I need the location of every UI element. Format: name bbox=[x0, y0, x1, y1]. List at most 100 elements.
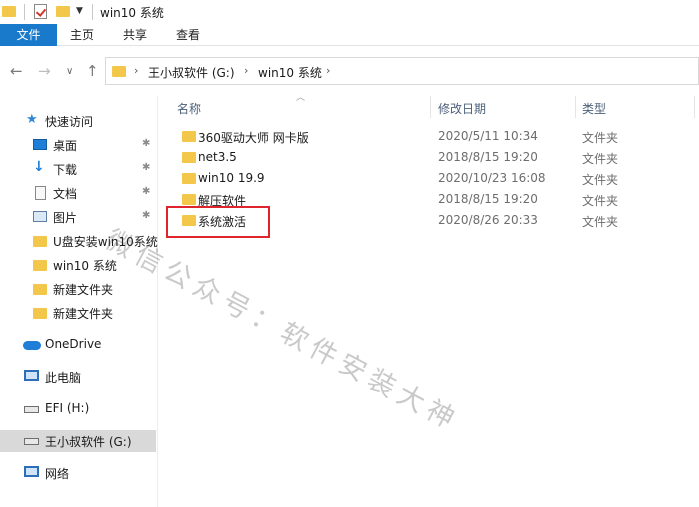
back-arrow-icon[interactable]: ← bbox=[10, 62, 23, 80]
picture-icon bbox=[33, 211, 47, 222]
network-icon bbox=[24, 466, 39, 477]
column-header-name[interactable]: 名称 bbox=[177, 100, 201, 117]
up-arrow-icon[interactable]: ↑ bbox=[86, 62, 99, 80]
sidebar-item-quick-access[interactable]: ★ 快速访问 bbox=[0, 110, 156, 132]
table-row[interactable]: net3.5 2018/8/15 19:20 文件夹 bbox=[158, 147, 699, 168]
sidebar-item-label: 下载 bbox=[53, 163, 78, 177]
sidebar-item-label: EFI (H:) bbox=[45, 401, 90, 415]
folder-icon bbox=[33, 260, 47, 271]
folder-icon bbox=[33, 284, 47, 295]
file-date: 2018/8/15 19:20 bbox=[438, 150, 538, 164]
sidebar-item-documents[interactable]: 文档 ✱ bbox=[0, 182, 156, 204]
column-header-date[interactable]: 修改日期 bbox=[438, 100, 486, 117]
chevron-right-icon[interactable]: › bbox=[326, 64, 330, 77]
navigation-bar: ← → ∨ ↑ › 王小叔软件 (G:) › win10 系统 › bbox=[0, 46, 699, 96]
sidebar-item-network[interactable]: 网络 bbox=[0, 462, 156, 484]
sidebar-item-label: 快速访问 bbox=[45, 115, 94, 129]
sidebar-item-label: 图片 bbox=[53, 211, 78, 225]
pin-icon[interactable]: ✱ bbox=[142, 186, 150, 197]
toolbar-divider bbox=[92, 4, 93, 20]
sidebar-item-new-folder-2[interactable]: 新建文件夹 bbox=[0, 302, 156, 324]
sidebar-item-desktop[interactable]: 桌面 ✱ bbox=[0, 134, 156, 156]
title-bar: ▼ win10 系统 bbox=[0, 0, 699, 24]
file-date: 2020/5/11 10:34 bbox=[438, 129, 538, 143]
desktop-icon bbox=[33, 139, 47, 150]
ribbon-tabs: 文件 主页 共享 查看 bbox=[0, 24, 699, 46]
file-type: 文件夹 bbox=[582, 215, 619, 229]
file-list: ︿ 名称 修改日期 类型 360驱动大师 网卡版 2020/5/11 10:34… bbox=[158, 93, 699, 507]
folder-icon bbox=[182, 173, 196, 184]
drive-icon bbox=[24, 438, 39, 445]
cloud-icon bbox=[23, 341, 41, 350]
sidebar-item-label: 王小叔软件 (G:) bbox=[45, 435, 132, 449]
file-type: 文件夹 bbox=[582, 173, 619, 187]
sidebar-item-label: 网络 bbox=[45, 467, 70, 481]
download-icon: ↓ bbox=[33, 159, 45, 175]
file-type: 文件夹 bbox=[582, 152, 619, 166]
tab-home[interactable]: 主页 bbox=[57, 24, 107, 46]
breadcrumb-drive[interactable]: 王小叔软件 (G:) bbox=[148, 64, 235, 81]
file-type: 文件夹 bbox=[582, 131, 619, 145]
pin-icon[interactable]: ✱ bbox=[142, 138, 150, 149]
navigation-pane: ★ 快速访问 桌面 ✱ ↓ 下载 ✱ 文档 ✱ 图片 ✱ U盘安装win10系统… bbox=[0, 96, 158, 507]
sidebar-item-label: 桌面 bbox=[53, 139, 78, 153]
folder-icon bbox=[182, 194, 196, 205]
sidebar-item-label: 新建文件夹 bbox=[53, 283, 114, 297]
sidebar-item-usb-install[interactable]: U盘安装win10系统 bbox=[0, 230, 158, 252]
sidebar-item-label: OneDrive bbox=[45, 337, 102, 351]
pin-icon[interactable]: ✱ bbox=[142, 162, 150, 173]
column-divider[interactable] bbox=[430, 96, 431, 118]
breadcrumb-folder[interactable]: win10 系统 bbox=[258, 64, 322, 81]
window-title: win10 系统 bbox=[100, 6, 164, 20]
star-icon: ★ bbox=[26, 112, 38, 127]
tab-share[interactable]: 共享 bbox=[110, 24, 160, 46]
toolbar-divider bbox=[24, 4, 25, 20]
document-icon bbox=[35, 186, 46, 200]
sidebar-item-efi-drive[interactable]: EFI (H:) bbox=[0, 398, 156, 420]
sort-ascending-icon: ︿ bbox=[296, 93, 306, 103]
folder-icon bbox=[182, 131, 196, 142]
sidebar-item-g-drive[interactable]: 王小叔软件 (G:) bbox=[0, 430, 156, 452]
sidebar-item-label: 此电脑 bbox=[45, 371, 82, 385]
folder-icon bbox=[33, 308, 47, 319]
forward-arrow-icon[interactable]: → bbox=[38, 62, 51, 80]
table-row[interactable]: 360驱动大师 网卡版 2020/5/11 10:34 文件夹 bbox=[158, 126, 699, 147]
address-bar[interactable]: › 王小叔软件 (G:) › win10 系统 › bbox=[105, 57, 699, 85]
computer-icon bbox=[24, 370, 39, 381]
folder-icon bbox=[33, 236, 47, 247]
file-date: 2020/10/23 16:08 bbox=[438, 171, 546, 185]
properties-icon[interactable] bbox=[34, 4, 47, 19]
folder-icon[interactable] bbox=[2, 6, 16, 17]
sidebar-item-win10[interactable]: win10 系统 bbox=[0, 254, 156, 276]
sidebar-item-label: 文档 bbox=[53, 187, 78, 201]
column-divider[interactable] bbox=[575, 96, 576, 118]
tab-file[interactable]: 文件 bbox=[0, 24, 57, 46]
sidebar-item-label: win10 系统 bbox=[53, 259, 117, 273]
sidebar-item-downloads[interactable]: ↓ 下载 ✱ bbox=[0, 158, 156, 180]
file-date: 2020/8/26 20:33 bbox=[438, 213, 538, 227]
column-divider[interactable] bbox=[694, 96, 695, 118]
sidebar-item-pictures[interactable]: 图片 ✱ bbox=[0, 206, 156, 228]
chevron-down-icon[interactable]: ∨ bbox=[66, 66, 73, 77]
chevron-right-icon[interactable]: › bbox=[244, 64, 248, 77]
sidebar-item-onedrive[interactable]: OneDrive bbox=[0, 334, 156, 356]
chevron-down-icon[interactable]: ▼ bbox=[76, 6, 83, 16]
folder-icon bbox=[182, 152, 196, 163]
drive-icon bbox=[24, 406, 39, 413]
file-type: 文件夹 bbox=[582, 194, 619, 208]
highlight-annotation bbox=[166, 206, 270, 238]
file-name: win10 19.9 bbox=[198, 171, 265, 185]
file-date: 2018/8/15 19:20 bbox=[438, 192, 538, 206]
column-header-type[interactable]: 类型 bbox=[582, 100, 606, 117]
folder-icon bbox=[112, 66, 126, 77]
sidebar-item-label: U盘安装win10系统 bbox=[53, 235, 158, 249]
chevron-right-icon[interactable]: › bbox=[134, 64, 138, 77]
file-name: net3.5 bbox=[198, 150, 237, 164]
sidebar-item-new-folder[interactable]: 新建文件夹 bbox=[0, 278, 156, 300]
pin-icon[interactable]: ✱ bbox=[142, 210, 150, 221]
sidebar-item-label: 新建文件夹 bbox=[53, 307, 114, 321]
new-folder-icon[interactable] bbox=[56, 6, 70, 17]
tab-view[interactable]: 查看 bbox=[163, 24, 213, 46]
table-row[interactable]: win10 19.9 2020/10/23 16:08 文件夹 bbox=[158, 168, 699, 189]
sidebar-item-this-pc[interactable]: 此电脑 bbox=[0, 366, 156, 388]
